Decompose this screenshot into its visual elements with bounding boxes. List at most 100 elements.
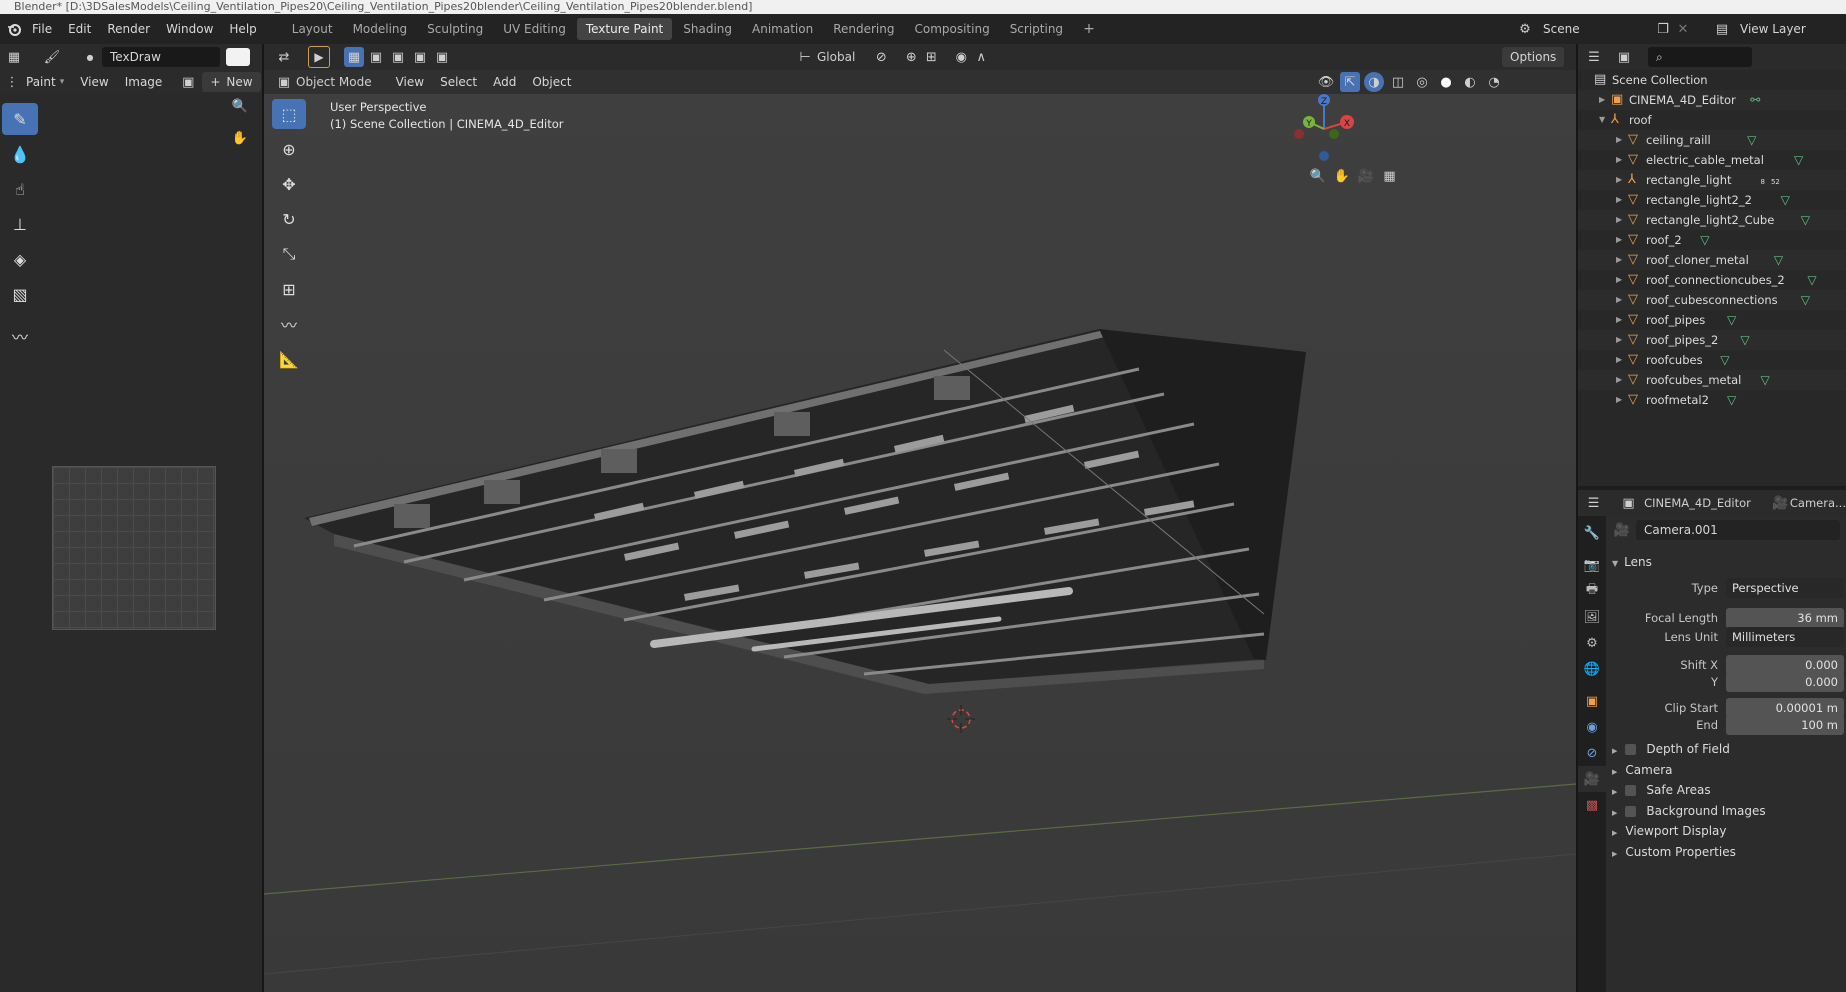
render-tab-icon[interactable]: 📷 [1578, 552, 1606, 578]
menu-object[interactable]: Object [524, 70, 579, 94]
3d-viewport[interactable]: User Perspective (1) Scene Collection | … [264, 94, 1576, 992]
focal-length-field[interactable]: 36 mm [1726, 608, 1844, 628]
panel-header[interactable]: ▶ Custom Properties [1612, 845, 1736, 859]
mesh-data-icon[interactable]: ▽ [1761, 370, 1770, 390]
scene-name-field[interactable]: Scene [1535, 19, 1653, 39]
brush-name-field[interactable]: TexDraw [102, 47, 220, 67]
zoom-icon[interactable]: 🔍 [1308, 166, 1328, 186]
select-box-tool-button[interactable]: ⬚ [272, 99, 306, 129]
tab-texture-paint[interactable]: Texture Paint [576, 18, 673, 40]
mesh-data-icon[interactable]: ▽ [1740, 330, 1749, 350]
display-mode-icon[interactable]: ▣ [1614, 47, 1634, 67]
draw-tool-button[interactable]: ✎ [2, 103, 38, 135]
panel-header[interactable]: ▶ Viewport Display [1612, 824, 1727, 838]
lens-type-dropdown[interactable]: Perspective [1726, 578, 1844, 598]
panel-header[interactable]: ▶ Safe Areas [1612, 783, 1711, 797]
panel-checkbox[interactable] [1625, 785, 1637, 796]
menu-file[interactable]: File [24, 14, 60, 44]
expand-toggle-icon[interactable]: ▼ [1599, 110, 1605, 130]
material-shading-icon[interactable]: ◐ [1460, 72, 1480, 92]
lens-panel-header[interactable]: ▼ Lens [1612, 555, 1652, 569]
menu-help[interactable]: Help [221, 14, 264, 44]
expand-toggle-icon[interactable]: ▶ [1616, 230, 1622, 250]
constraints-tab-icon[interactable]: ⊘ [1578, 740, 1606, 766]
new-image-button[interactable]: + New [202, 72, 261, 92]
outliner-item[interactable]: ▶ ▽ roof_cloner_metal ▽ [1578, 250, 1846, 270]
mesh-data-icon[interactable]: 8 52 [1761, 170, 1780, 192]
orientation-icon[interactable]: ⊢ [795, 47, 815, 67]
fill-tool-button[interactable]: ◈ [2, 243, 38, 275]
outliner-item[interactable]: ▶ ▽ roofcubes ▽ [1578, 350, 1846, 370]
tab-uv-editing[interactable]: UV Editing [494, 18, 575, 40]
panel-header[interactable]: ▶ Background Images [1612, 804, 1766, 818]
outliner-item[interactable]: ▶ ▽ electric_cable_metal ▽ [1578, 150, 1846, 170]
hand-pan-icon[interactable]: ✋ [230, 128, 250, 148]
expand-toggle-icon[interactable]: ▶ [1616, 170, 1622, 190]
expand-toggle-icon[interactable]: ▶ [1616, 190, 1622, 210]
mesh-data-icon[interactable]: ▽ [1700, 230, 1709, 250]
rendered-shading-icon[interactable]: ◔ [1484, 72, 1504, 92]
falloff-icon[interactable]: ∧ [971, 47, 991, 67]
outliner-item[interactable]: ▶ ▽ roof_cubesconnections ▽ [1578, 290, 1846, 310]
tab-sculpting[interactable]: Sculpting [418, 18, 492, 40]
mesh-data-icon[interactable]: ▽ [1727, 310, 1736, 330]
menu-add[interactable]: Add [485, 70, 524, 94]
outliner-item[interactable]: ▶ ⅄ rectangle_light 8 52 [1578, 170, 1846, 190]
view-layer-icon[interactable]: ▤ [1712, 19, 1732, 39]
add-workspace-button[interactable]: + [1074, 18, 1104, 40]
expand-toggle-icon[interactable]: ▶ [1616, 390, 1622, 410]
object-mode-icon[interactable]: ▣ [274, 72, 294, 92]
camera-data-icon[interactable]: ⚯ [1750, 90, 1760, 110]
paint-mode-icon[interactable]: ⋮ [2, 72, 22, 92]
expand-toggle-icon[interactable]: ▶ [1616, 310, 1622, 330]
zoom-icon[interactable]: 🔍 [230, 96, 250, 116]
soften-tool-button[interactable]: 💧 [2, 138, 38, 170]
select-new-icon[interactable]: ▦ [344, 47, 364, 67]
solid-shading-icon[interactable]: ● [1436, 72, 1456, 92]
editor-type-icon[interactable]: ☰ [1584, 493, 1603, 513]
expand-toggle-icon[interactable]: ▶ [1616, 210, 1622, 230]
mesh-data-icon[interactable]: ▽ [1794, 150, 1803, 170]
menu-image[interactable]: Image [117, 70, 171, 94]
expand-toggle-icon[interactable]: ▶ [1616, 330, 1622, 350]
pivot-icon[interactable]: ⊘ [871, 47, 891, 67]
xray-icon[interactable]: ◫ [1388, 72, 1408, 92]
expand-toggle-icon[interactable]: ▶ [1616, 290, 1622, 310]
tab-modeling[interactable]: Modeling [344, 18, 417, 40]
orientation-dropdown[interactable]: Global [817, 50, 855, 64]
tab-animation[interactable]: Animation [743, 18, 822, 40]
annotate-tool-button[interactable]: 〰 [2, 320, 38, 352]
mesh-data-icon[interactable]: ▽ [1807, 270, 1816, 290]
select-intersect-icon[interactable]: ▣ [432, 47, 452, 67]
select-subtract-icon[interactable]: ▣ [388, 47, 408, 67]
object-mode-dropdown[interactable]: Object Mode [296, 75, 372, 89]
mesh-data-icon[interactable]: ▽ [1801, 210, 1810, 230]
mesh-data-icon[interactable]: ▽ [1774, 250, 1783, 270]
panel-header[interactable]: ▶ Camera [1612, 763, 1672, 777]
smear-tool-button[interactable]: ☝ [2, 173, 38, 205]
outliner-item[interactable]: ▶ ▣ CINEMA_4D_Editor ⚯ [1578, 90, 1846, 110]
rotate-tool-button[interactable]: ↻ [272, 204, 306, 234]
outliner-item[interactable]: ▤ Scene Collection [1578, 70, 1846, 90]
expand-toggle-icon[interactable]: ▶ [1616, 130, 1622, 150]
menu-edit[interactable]: Edit [60, 14, 99, 44]
blender-logo-icon[interactable] [4, 19, 24, 39]
outliner-search-input[interactable]: ⌕ [1648, 47, 1752, 67]
outliner-item[interactable]: ▶ ▽ roof_pipes_2 ▽ [1578, 330, 1846, 350]
perspective-grid-icon[interactable]: ▦ [1379, 166, 1399, 186]
panel-checkbox[interactable] [1625, 805, 1637, 817]
expand-toggle-icon[interactable]: ▶ [1616, 250, 1622, 270]
outliner-item[interactable]: ▶ ▽ roof_connectioncubes_2 ▽ [1578, 270, 1846, 290]
expand-toggle-icon[interactable]: ▶ [1616, 350, 1622, 370]
scale-tool-button[interactable]: ⤡ [272, 239, 306, 269]
mesh-data-icon[interactable]: ▽ [1727, 390, 1736, 410]
cursor-tool-button[interactable]: ⊕ [272, 134, 306, 164]
clone-tool-button[interactable]: ⊥ [2, 208, 38, 240]
select-extend-icon[interactable]: ▣ [366, 47, 386, 67]
tab-compositing[interactable]: Compositing [905, 18, 998, 40]
gizmo-icon[interactable]: ⇱ [1340, 72, 1360, 92]
proportional-edit-icon[interactable]: ◉ [951, 47, 971, 67]
snap-target-icon[interactable]: ⊞ [921, 47, 941, 67]
transform-tool-button[interactable]: ⊞ [272, 274, 306, 304]
camera-datablock-icon[interactable]: 🎥 [1612, 520, 1632, 540]
